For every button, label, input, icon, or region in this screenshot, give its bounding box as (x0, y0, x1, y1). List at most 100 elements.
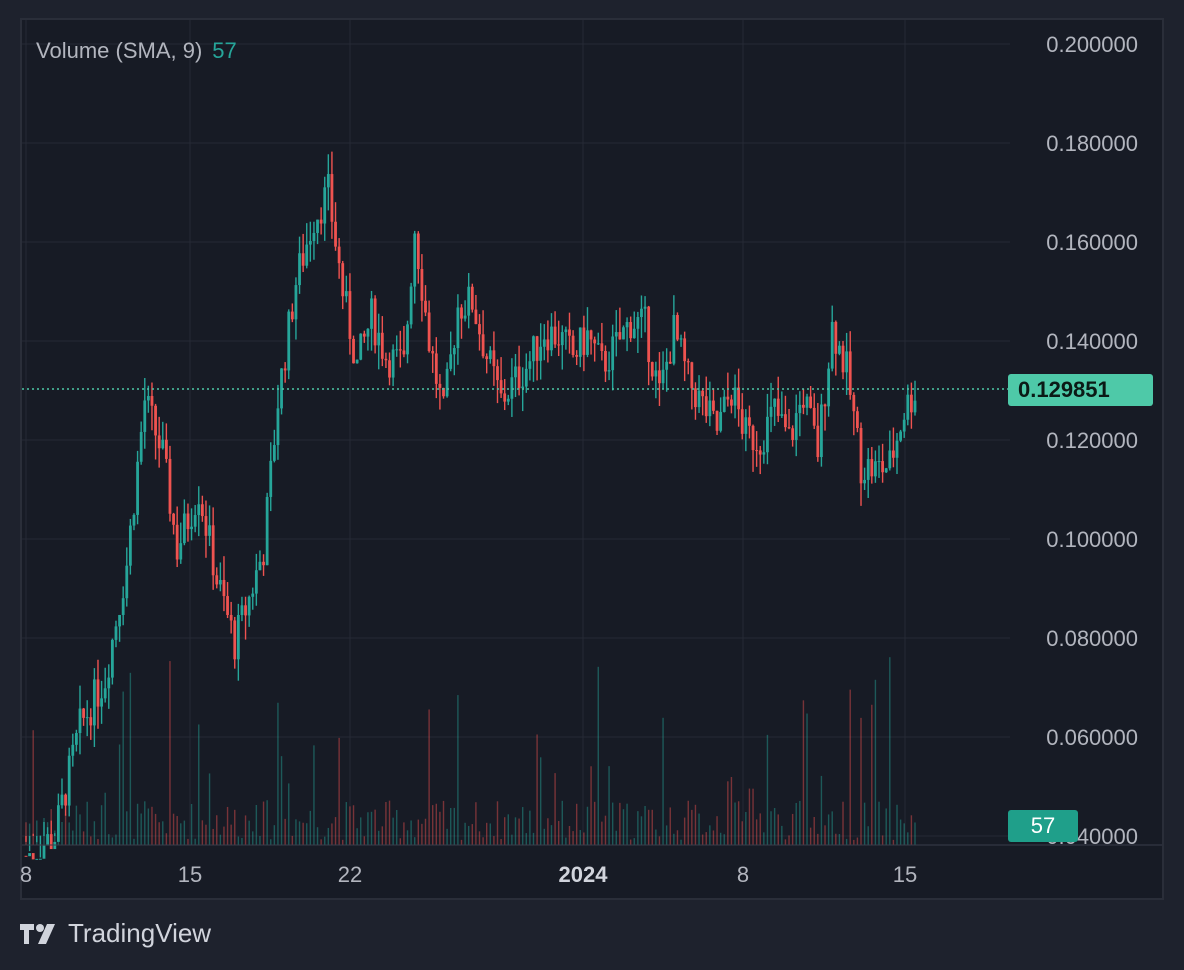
candle-body (384, 358, 388, 361)
candle-body (388, 360, 391, 378)
time-axis[interactable]: 8 15 22 2024 8 15 (20, 862, 917, 887)
volume-bar (360, 817, 362, 845)
candle-body (197, 504, 201, 516)
volume-bar (482, 837, 484, 845)
volume-bar (572, 831, 574, 845)
volume-bar (525, 833, 527, 845)
y-tick-label: 0.140000 (1046, 329, 1138, 354)
candle-body (179, 543, 183, 560)
candle-body (683, 338, 687, 362)
candle-body (816, 425, 820, 458)
volume-bar (327, 827, 330, 845)
candle-body (416, 233, 420, 270)
volume-bar (806, 713, 808, 845)
candle-body (643, 306, 647, 309)
candle-body (553, 326, 557, 345)
candle-body (550, 326, 553, 351)
volume-bar (370, 811, 373, 845)
candle-body (463, 315, 467, 319)
candle-body (503, 393, 507, 402)
volume-bar (651, 809, 653, 845)
candle-body (668, 361, 672, 364)
volume-bar (345, 802, 348, 845)
volume-bar (471, 824, 473, 845)
volume-bar (809, 827, 812, 845)
volume-bar (309, 810, 312, 845)
volume-bar (82, 831, 85, 845)
volume-bar (694, 804, 697, 845)
candle-body (334, 221, 337, 247)
volume-bar (450, 808, 452, 845)
candle-body (596, 343, 600, 345)
volume-bar (172, 813, 175, 845)
volume-bar (216, 815, 218, 845)
volume-bar (187, 838, 189, 845)
candle-body (74, 733, 78, 745)
candle-body (298, 253, 301, 286)
volume-bar (626, 803, 628, 845)
candle-body (172, 513, 175, 525)
volume-bar (385, 802, 387, 845)
volume-bar (712, 830, 715, 845)
candle-body (863, 479, 867, 484)
candle-body (874, 461, 877, 477)
volume-bar (557, 820, 560, 845)
volume-bar (892, 839, 895, 845)
price-axis[interactable]: 0.200000 0.180000 0.160000 0.140000 0.120000… (1046, 32, 1138, 849)
volume-bar (392, 817, 394, 845)
y-tick-label: 0.200000 (1046, 32, 1138, 57)
volume-bar (701, 834, 704, 845)
candle-body (132, 514, 136, 526)
candle-body (535, 336, 539, 361)
candle-body (326, 174, 330, 188)
candle-body (193, 515, 197, 527)
volume-bar (597, 666, 599, 845)
candle-body (467, 286, 471, 316)
volume-bar (342, 839, 344, 845)
volume-bar (773, 808, 776, 845)
volume-bar (237, 836, 240, 845)
candle-body (884, 468, 888, 473)
volume-bar (856, 837, 859, 845)
volume-bar (529, 810, 531, 845)
candle-body (766, 416, 769, 453)
candle-body (60, 794, 64, 806)
candle-body (290, 311, 294, 320)
tradingview-logo[interactable]: TradingView (20, 918, 211, 949)
candle-body (686, 361, 690, 363)
volume-bar (349, 806, 351, 845)
candle-body (582, 327, 586, 355)
candle-body (150, 396, 154, 406)
volume-bar (406, 830, 409, 845)
candle-body (427, 312, 431, 351)
volume-bar (655, 829, 657, 845)
candle-body (49, 834, 53, 850)
volume-bar (180, 823, 182, 845)
candle-body (262, 561, 265, 566)
candle-body (85, 717, 89, 719)
x-tick-label: 15 (893, 862, 917, 887)
volume-bar (734, 802, 736, 845)
volume-bar (813, 816, 815, 845)
candle-body (488, 350, 492, 360)
volume-bar (827, 814, 830, 845)
volume-bar (853, 839, 855, 845)
candle-body (492, 350, 496, 367)
candle-body (737, 387, 741, 410)
candle-body (31, 853, 35, 860)
volume-legend[interactable]: Volume (SMA, 9) 57 (36, 38, 237, 64)
candle-body (319, 219, 323, 224)
volume-bar (388, 800, 391, 845)
candle-body (748, 417, 751, 426)
volume-bar (432, 805, 434, 845)
volume-bar (777, 814, 779, 845)
candlestick-chart[interactable]: 0.200000 0.180000 0.160000 0.140000 0.120000… (0, 0, 1184, 970)
candle-body (650, 362, 654, 377)
volume-bar (234, 809, 236, 845)
candle-body (895, 440, 899, 458)
x-tick-label: 8 (737, 862, 749, 887)
volume-bar (586, 806, 589, 845)
volume-bar (640, 816, 643, 845)
candle-body (218, 579, 222, 585)
volume-bar (356, 828, 358, 845)
